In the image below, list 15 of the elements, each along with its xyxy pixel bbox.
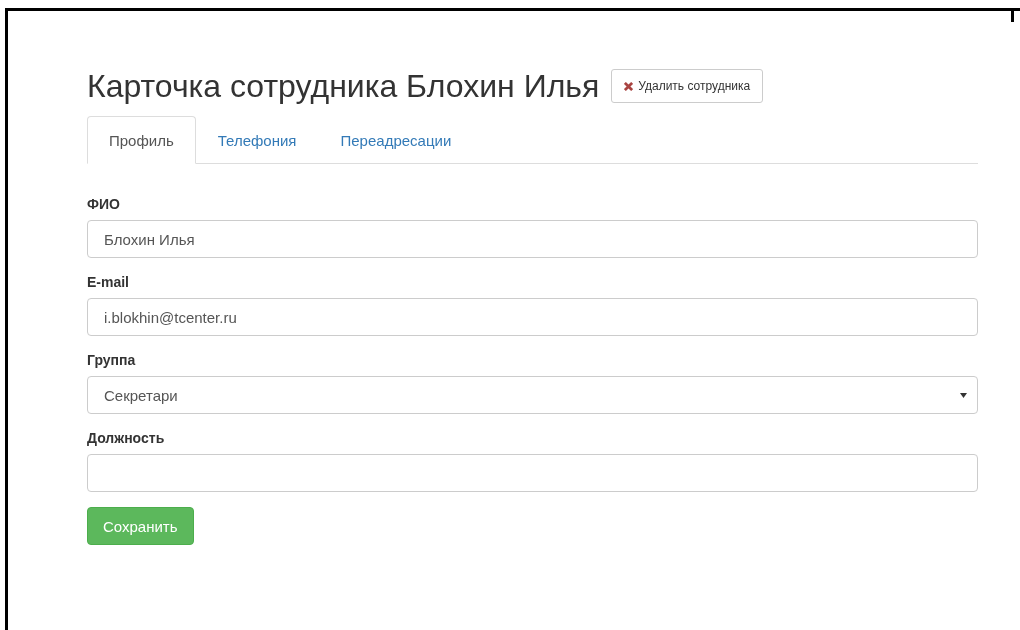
- delete-button[interactable]: Удалить сотрудника: [611, 69, 764, 103]
- close-icon: [624, 81, 634, 91]
- caret-icon: [960, 392, 967, 398]
- tab[interactable]: Переадресации: [318, 116, 474, 164]
- field-label: Группа: [87, 352, 136, 368]
- input-field[interactable]: i.blokhin@tcenter.ru: [87, 298, 978, 336]
- field-label: Должность: [87, 430, 165, 446]
- input-field[interactable]: Блохин Илья: [87, 220, 978, 258]
- group-dropdown[interactable]: Секретари: [87, 376, 978, 414]
- page-title: Карточка сотрудника Блохин Илья: [87, 67, 600, 106]
- input-field[interactable]: [87, 454, 978, 492]
- tab[interactable]: Профиль: [87, 116, 196, 164]
- field-label: ФИО: [87, 196, 120, 212]
- tab[interactable]: Телефония: [195, 116, 319, 164]
- field-label: E-mail: [87, 274, 129, 290]
